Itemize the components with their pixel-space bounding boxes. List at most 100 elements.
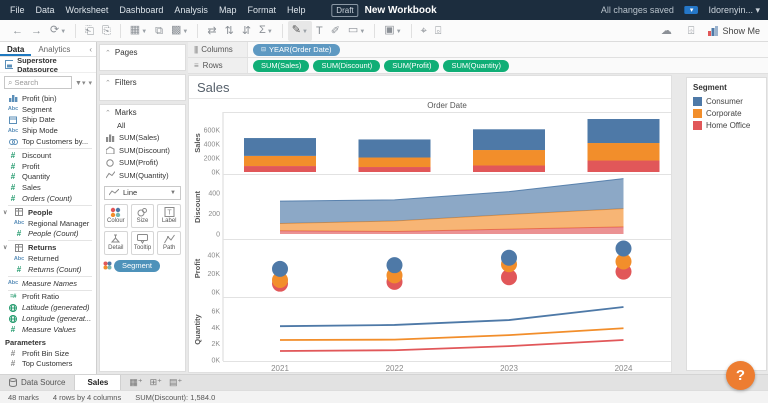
collapse-pages-icon[interactable]: ⌃ (105, 49, 111, 57)
sort-ascending-icon[interactable]: ⇅ (221, 22, 238, 40)
tab-analytics[interactable]: Analytics (31, 42, 77, 56)
field-ship-mode[interactable]: Abc Ship Mode (0, 125, 96, 136)
table-icon (14, 208, 24, 217)
duplicate-icon[interactable]: ⧉ (151, 22, 167, 40)
clear-sheet-icon[interactable]: ▩▼ (167, 21, 192, 41)
search-input[interactable]: ⌕ Search (4, 76, 73, 89)
size-button[interactable]: Size (130, 203, 155, 228)
field-returns-count[interactable]: # Returns (Count) (0, 264, 96, 275)
marks-item-sum-profit[interactable]: SUM(Profit) (100, 157, 185, 170)
path-button[interactable]: Path (157, 230, 181, 255)
menu-dashboard[interactable]: Dashboard (119, 5, 163, 15)
field-profit-bin[interactable]: Profit (bin) (0, 93, 96, 104)
highlighter-icon[interactable]: ⌖ (417, 22, 431, 40)
tab-data-source[interactable]: Data Source (0, 375, 74, 390)
group-expand-icon[interactable]: ∨ (3, 209, 10, 216)
pill-sum-quantity[interactable]: SUM(Quantity) (443, 59, 510, 72)
marks-item-sum-quantity[interactable]: SUM(Quantity) (100, 169, 185, 182)
field-people[interactable]: ∨ People (0, 207, 96, 218)
legend-item-consumer[interactable]: Consumer (693, 95, 760, 107)
columns-shelf[interactable]: ||| Columns ⊟ YEAR(Order Date) (188, 42, 768, 58)
chart-canvas[interactable]: Order Date 0K 200K 400K 600KSales 0 200 400 Disc… (189, 76, 671, 372)
collapse-marks-icon[interactable]: ⌃ (105, 109, 111, 117)
field-returns[interactable]: ∨ Returns (0, 242, 96, 253)
field-segment[interactable]: Abc Segment (0, 104, 96, 115)
menu-format[interactable]: Format (247, 5, 276, 15)
forward-icon[interactable]: → (27, 22, 46, 40)
device-preview-icon[interactable]: ▣▼ (380, 21, 405, 41)
marks-item-all[interactable]: All (100, 119, 185, 132)
presentation-mode-icon[interactable]: ⌻ (431, 22, 446, 40)
publish-button[interactable]: Publish As... ▾ (0, 6, 768, 374)
marks-item-sum-discount[interactable]: SUM(Discount) (100, 144, 185, 157)
user-menu[interactable]: Idorenyin... ▾ (708, 5, 760, 16)
menu-file[interactable]: File (10, 5, 25, 15)
field-orders-count[interactable]: # Orders (Count) (0, 193, 96, 204)
label-button[interactable]: T Label (157, 203, 181, 228)
collapse-filters-icon[interactable]: ⌃ (105, 79, 111, 87)
tab-data[interactable]: Data (0, 42, 31, 56)
tab-sheet-sales[interactable]: Sales (74, 375, 122, 390)
datasource-item[interactable]: Superstore Datasource (0, 56, 96, 74)
color-shelf-pill-segment[interactable]: Segment (114, 259, 161, 272)
marks-item-sum-sales[interactable]: SUM(Sales) (100, 132, 185, 145)
menu-data[interactable]: Data (36, 5, 55, 15)
field-latitude-generated[interactable]: Latitude (generated) (0, 302, 96, 313)
pill-sum-profit[interactable]: SUM(Profit) (384, 59, 440, 72)
field-measure-names[interactable]: Abc Measure Names (0, 278, 96, 289)
help-button[interactable]: ? (726, 361, 755, 390)
show-mark-labels-icon[interactable]: T (312, 22, 327, 40)
publish-caret-icon[interactable]: ▾ (683, 6, 699, 14)
field-sales[interactable]: # Sales (0, 182, 96, 193)
new-data-source-icon[interactable]: ⎗ (81, 22, 98, 40)
field-returned[interactable]: Abc Returned (0, 253, 96, 264)
field-people-count[interactable]: # People (Count) (0, 229, 96, 240)
legend-item-corporate[interactable]: Corporate (693, 107, 760, 119)
back-icon[interactable]: ← (8, 22, 27, 40)
new-dashboard-icon[interactable]: ⊞⁺ (150, 377, 162, 388)
field-profit-ratio[interactable]: =# Profit Ratio (0, 292, 96, 303)
field-profit-bin-size[interactable]: # Profit Bin Size (0, 348, 96, 359)
highlight-icon[interactable]: ✎▼ (287, 20, 312, 41)
menu-worksheet[interactable]: Worksheet (66, 5, 109, 15)
totals-icon[interactable]: Σ▼ (255, 21, 277, 41)
field-discount[interactable]: # Discount (0, 150, 96, 161)
new-worksheet-icon[interactable]: ▦▼ (126, 21, 151, 41)
new-story-icon[interactable]: ▤⁺ (169, 377, 182, 388)
menu-map[interactable]: Map (219, 5, 237, 15)
metrics-icon[interactable]: ⌹ (684, 22, 699, 40)
field-top-customers-by[interactable]: Top Customers by... (0, 136, 96, 147)
field-regional-manager[interactable]: Abc Regional Manager (0, 218, 96, 229)
group-expand-icon[interactable]: ∨ (3, 244, 10, 251)
fit-icon[interactable]: ▭▼ (344, 21, 369, 41)
new-worksheet-icon[interactable]: ▦⁺ (129, 377, 142, 388)
fix-axes-icon[interactable]: ✐ (327, 22, 344, 40)
pause-auto-updates-icon[interactable]: ⎘ (98, 22, 115, 40)
mark-type-dropdown[interactable]: Line ▼ (104, 185, 181, 200)
legend-item-home-office[interactable]: Home Office (693, 119, 760, 131)
pill-sum-discount[interactable]: SUM(Discount) (313, 59, 381, 72)
rows-shelf[interactable]: ≡ Rows SUM(Sales) SUM(Discount) SUM(Profit)… (188, 58, 768, 74)
field-top-customers[interactable]: # Top Customers (0, 359, 96, 370)
collapse-pane-icon[interactable]: ‹ (89, 45, 96, 54)
field-longitude-generat[interactable]: Longitude (generat... (0, 313, 96, 324)
menu-analysis[interactable]: Analysis (174, 5, 208, 15)
workbook-title[interactable]: New Workbook (365, 5, 437, 16)
pill-sum-sales[interactable]: SUM(Sales) (253, 59, 310, 72)
colour-button[interactable]: Colour (104, 203, 128, 228)
detail-button[interactable]: Detail (104, 230, 128, 255)
swap-icon[interactable]: ⇄ (203, 22, 220, 40)
filter-funnel-icon[interactable]: ▼▾ (75, 79, 85, 87)
field-options-icon[interactable]: ▾ (88, 79, 92, 87)
tooltip-button[interactable]: Tooltip (130, 230, 155, 255)
field-quantity[interactable]: # Quantity (0, 172, 96, 183)
pill-year-order-date[interactable]: ⊟ YEAR(Order Date) (253, 43, 340, 56)
menu-help[interactable]: Help (287, 5, 306, 15)
field-measure-values[interactable]: # Measure Values (0, 324, 96, 335)
replay-icon[interactable]: ⟳▼ (46, 21, 70, 41)
field-profit[interactable]: # Profit (0, 161, 96, 172)
sort-descending-icon[interactable]: ⇵ (238, 22, 255, 40)
show-me-button[interactable]: Show Me (708, 25, 760, 36)
share-icon[interactable]: ☁ (657, 22, 676, 40)
field-ship-date[interactable]: Ship Date (0, 115, 96, 126)
